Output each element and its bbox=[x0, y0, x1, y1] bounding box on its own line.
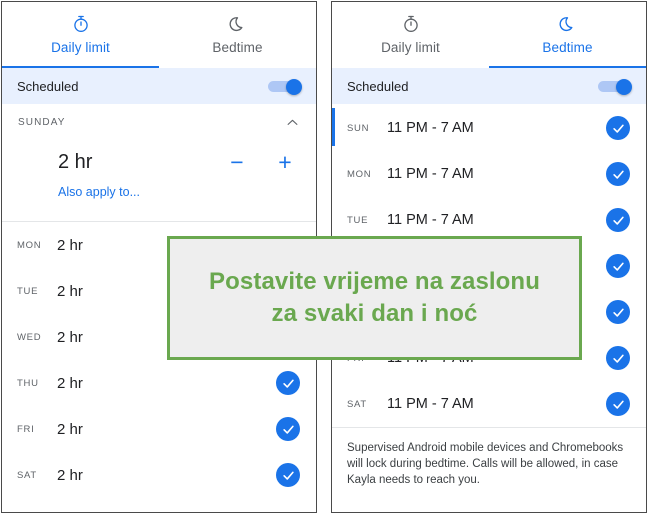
also-apply-row: Also apply to... bbox=[2, 185, 316, 221]
scheduled-row[interactable]: Scheduled bbox=[332, 68, 646, 105]
table-row[interactable]: SAT 11 PM - 7 AM bbox=[332, 381, 646, 427]
day-abbr: THU bbox=[17, 377, 39, 389]
moon-icon bbox=[558, 11, 578, 37]
tab-daily-limit-label: Daily limit bbox=[51, 40, 110, 55]
check-circle-icon[interactable] bbox=[276, 463, 300, 487]
day-value: 2 hr bbox=[57, 466, 83, 484]
sunday-header[interactable]: SUNDAY bbox=[2, 105, 316, 139]
screenshot-stage: Daily limit Bedtime Scheduled SUNDAY 2 h… bbox=[0, 0, 650, 515]
callout-box: Postavite vrijeme na zaslonu za svaki da… bbox=[167, 236, 582, 360]
check-circle-icon[interactable] bbox=[606, 116, 630, 140]
check-circle-icon[interactable] bbox=[606, 300, 630, 324]
check-circle-icon[interactable] bbox=[276, 417, 300, 441]
decrease-button[interactable]: − bbox=[224, 149, 250, 175]
day-abbr: MON bbox=[17, 239, 42, 251]
sunday-value: 2 hr bbox=[58, 150, 93, 173]
scheduled-label: Scheduled bbox=[17, 78, 79, 94]
scroll-position-indicator bbox=[332, 108, 335, 146]
increase-button[interactable]: + bbox=[272, 149, 298, 175]
table-row[interactable]: MON 11 PM - 7 AM bbox=[332, 151, 646, 197]
day-value: 11 PM - 7 AM bbox=[387, 120, 474, 136]
tab-daily-limit[interactable]: Daily limit bbox=[332, 2, 489, 68]
table-row[interactable]: SUN 11 PM - 7 AM bbox=[332, 105, 646, 151]
day-value: 2 hr bbox=[57, 420, 83, 438]
tab-bedtime-label: Bedtime bbox=[212, 40, 263, 55]
active-tab-underline bbox=[489, 65, 646, 68]
day-value: 11 PM - 7 AM bbox=[387, 166, 474, 182]
sunday-value-row: 2 hr − + bbox=[2, 139, 316, 185]
tab-bedtime[interactable]: Bedtime bbox=[489, 2, 646, 68]
tab-daily-limit-label: Daily limit bbox=[381, 40, 440, 55]
tab-bedtime-label: Bedtime bbox=[542, 40, 593, 55]
active-tab-underline bbox=[2, 65, 159, 68]
scheduled-toggle[interactable] bbox=[268, 78, 302, 95]
stopwatch-icon bbox=[401, 11, 421, 37]
day-value: 11 PM - 7 AM bbox=[387, 212, 474, 228]
table-row[interactable]: THU 2 hr bbox=[2, 360, 316, 406]
check-circle-icon[interactable] bbox=[276, 371, 300, 395]
callout-text: Postavite vrijeme na zaslonu za svaki da… bbox=[209, 266, 540, 330]
stopwatch-icon bbox=[71, 11, 91, 37]
check-circle-icon[interactable] bbox=[606, 392, 630, 416]
table-row[interactable]: SAT 2 hr bbox=[2, 452, 316, 498]
day-abbr: FRI bbox=[17, 423, 35, 435]
day-abbr: WED bbox=[17, 331, 42, 343]
table-row[interactable]: FRI 2 hr bbox=[2, 406, 316, 452]
also-apply-link[interactable]: Also apply to... bbox=[58, 185, 140, 199]
day-abbr: TUE bbox=[17, 285, 39, 297]
chevron-up-icon[interactable] bbox=[285, 115, 300, 130]
day-abbr: TUE bbox=[347, 214, 369, 226]
tab-bar-right: Daily limit Bedtime bbox=[332, 2, 646, 68]
callout-line-1: Postavite vrijeme na zaslonu bbox=[209, 268, 540, 295]
toggle-thumb bbox=[286, 78, 302, 95]
moon-icon bbox=[228, 11, 248, 37]
scheduled-row[interactable]: Scheduled bbox=[2, 68, 316, 105]
scheduled-toggle[interactable] bbox=[598, 78, 632, 95]
check-circle-icon[interactable] bbox=[606, 346, 630, 370]
sunday-title: SUNDAY bbox=[18, 116, 66, 128]
bedtime-footer-note: Supervised Android mobile devices and Ch… bbox=[332, 427, 646, 488]
sunday-expanded-section: SUNDAY 2 hr − + Also apply to... bbox=[2, 105, 316, 222]
day-abbr: MON bbox=[347, 168, 372, 180]
check-circle-icon[interactable] bbox=[606, 208, 630, 232]
tab-bar-left: Daily limit Bedtime bbox=[2, 2, 316, 68]
callout-line-2: za svaki dan i noć bbox=[271, 300, 478, 327]
day-abbr: SUN bbox=[347, 122, 370, 134]
check-circle-icon[interactable] bbox=[606, 162, 630, 186]
toggle-thumb bbox=[616, 78, 632, 95]
check-circle-icon[interactable] bbox=[606, 254, 630, 278]
day-value: 11 PM - 7 AM bbox=[387, 396, 474, 412]
tab-daily-limit[interactable]: Daily limit bbox=[2, 2, 159, 68]
stepper-group: − + bbox=[224, 149, 298, 175]
day-value: 2 hr bbox=[57, 374, 83, 392]
tab-bedtime[interactable]: Bedtime bbox=[159, 2, 316, 68]
day-abbr: SAT bbox=[17, 469, 37, 481]
scheduled-label: Scheduled bbox=[347, 78, 409, 94]
day-abbr: SAT bbox=[347, 398, 367, 410]
